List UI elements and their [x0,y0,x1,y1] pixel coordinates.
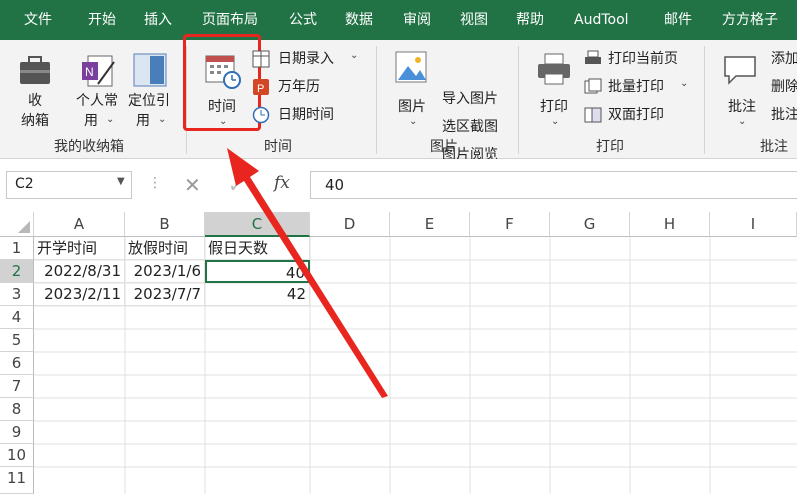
annotation-arrow [227,148,388,398]
